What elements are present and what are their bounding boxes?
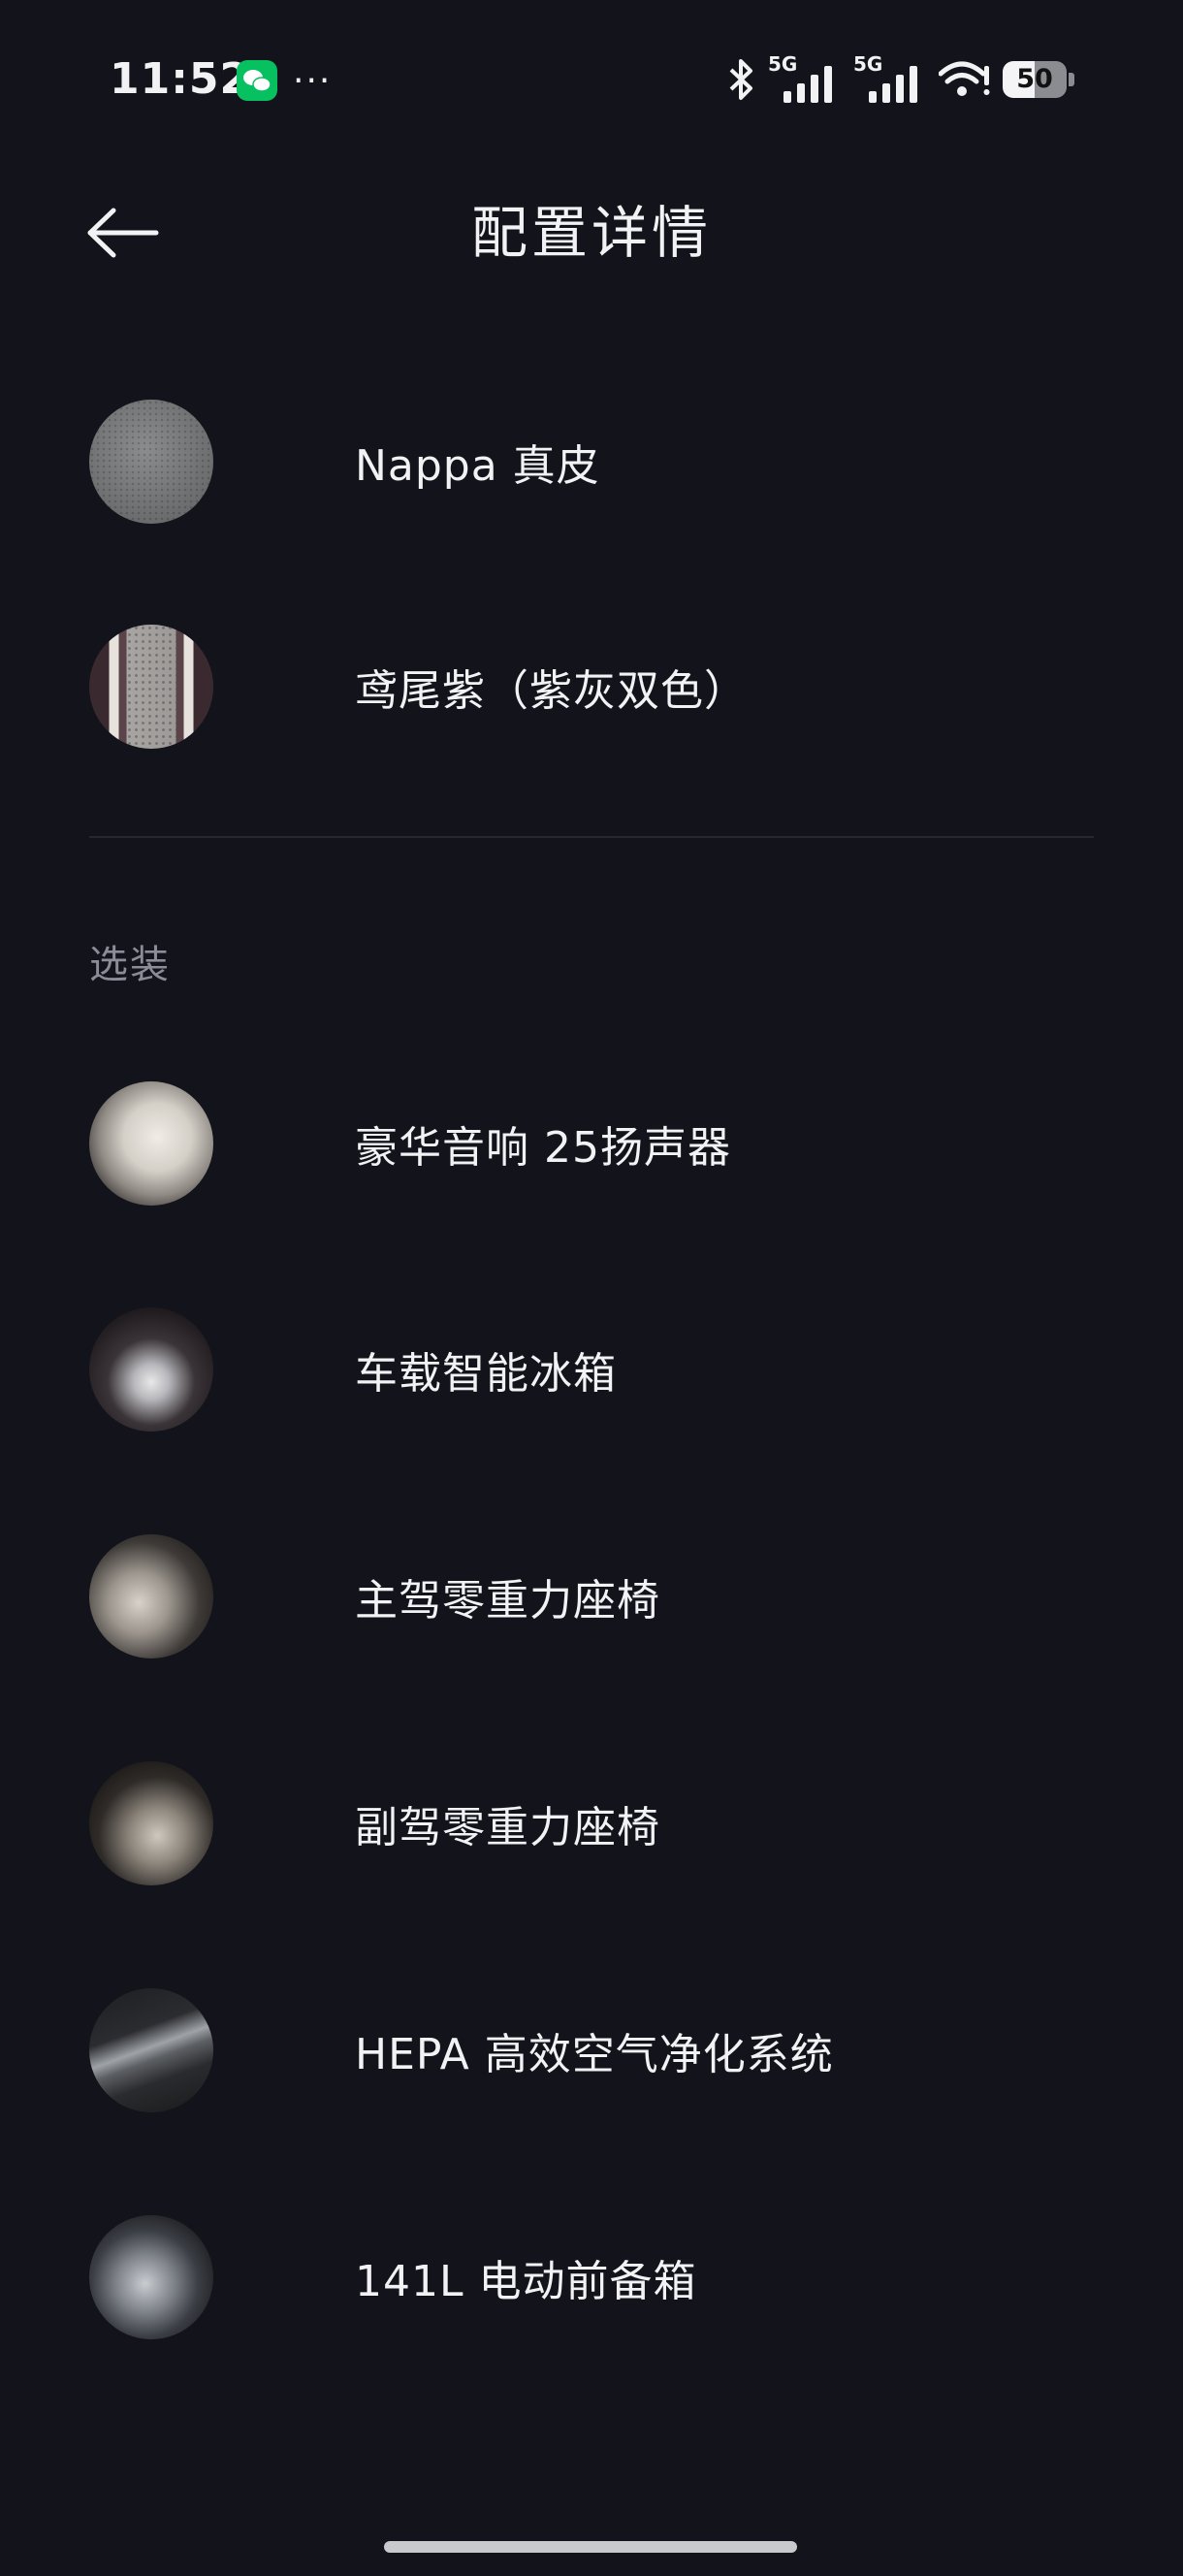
speaker-photo-icon: [89, 1081, 213, 1206]
front-trunk-photo-icon: [89, 2215, 213, 2339]
battery-tip: [1069, 73, 1074, 86]
divider: [89, 836, 1094, 838]
bluetooth-icon: [729, 59, 752, 100]
item-label: 豪华音响 25扬声器: [355, 1123, 731, 1173]
list-item-driver-seat[interactable]: 主驾零重力座椅: [89, 1534, 1094, 1658]
purple-gray-swatch-icon: [89, 625, 213, 749]
item-label: 鸢尾紫（紫灰双色）: [355, 666, 748, 716]
cellular-signal-1-icon: 5G: [768, 52, 842, 103]
item-label: 副驾零重力座椅: [355, 1803, 660, 1852]
driver-seat-photo-icon: [89, 1534, 213, 1658]
status-time: 11:52: [110, 54, 251, 104]
passenger-seat-photo-icon: [89, 1761, 213, 1885]
list-item-fridge[interactable]: 车载智能冰箱: [89, 1307, 1094, 1432]
item-label: 141L 电动前备箱: [355, 2257, 697, 2306]
list-item-air-purifier[interactable]: HEPA 高效空气净化系统: [89, 1988, 1094, 2112]
air-filter-photo-icon: [89, 1988, 213, 2112]
battery-icon: 50: [1003, 61, 1067, 98]
battery-level: 50: [1016, 64, 1053, 94]
wifi-icon: [939, 61, 990, 96]
header: 配置详情: [0, 175, 1183, 291]
item-label: HEPA 高效空气净化系统: [355, 2030, 834, 2079]
status-bar: 11:52 ··· 5G 5G 50: [0, 0, 1183, 155]
item-label: 主驾零重力座椅: [355, 1576, 660, 1626]
home-indicator[interactable]: [384, 2541, 797, 2553]
wechat-icon: [237, 60, 277, 101]
list-item-passenger-seat[interactable]: 副驾零重力座椅: [89, 1761, 1094, 1885]
item-label: 车载智能冰箱: [355, 1349, 617, 1399]
section-label-options: 选装: [89, 943, 171, 987]
more-notifications-icon: ···: [293, 61, 333, 101]
list-item-interior-color[interactable]: 鸢尾紫（紫灰双色）: [89, 625, 1094, 749]
list-item-upholstery[interactable]: Nappa 真皮: [89, 400, 1094, 524]
status-icons: 5G 5G 50: [727, 50, 1074, 109]
item-label: Nappa 真皮: [355, 441, 600, 491]
leather-swatch-icon: [89, 400, 213, 524]
page-title: 配置详情: [470, 200, 712, 266]
fridge-photo-icon: [89, 1307, 213, 1432]
list-item-front-trunk[interactable]: 141L 电动前备箱: [89, 2215, 1094, 2339]
list-item-audio[interactable]: 豪华音响 25扬声器: [89, 1081, 1094, 1206]
cellular-signal-2-icon: 5G: [853, 52, 927, 103]
